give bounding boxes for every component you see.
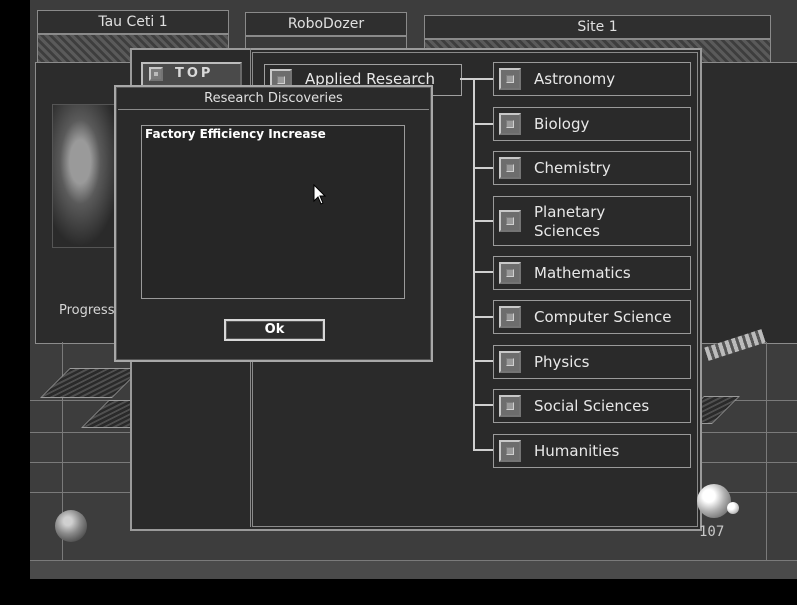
tree-connector	[473, 78, 493, 80]
topic-label: Biology	[534, 115, 590, 133]
site-tab[interactable]: Site 1	[424, 15, 771, 39]
small-orb-icon	[727, 502, 739, 514]
resource-counter: 107	[699, 524, 725, 540]
tree-connector	[473, 404, 493, 406]
status-strip	[30, 560, 797, 579]
tree-connector	[473, 449, 493, 451]
tree-connector	[473, 78, 475, 450]
unit-tab-label: RoboDozer	[287, 16, 365, 32]
discoveries-list[interactable]: Factory Efficiency Increase	[141, 125, 405, 299]
topic-mathematics[interactable]: Mathematics	[493, 256, 691, 290]
orb-icon[interactable]	[697, 484, 731, 518]
topic-label: Humanities	[534, 442, 620, 460]
location-tab-label: Tau Ceti 1	[98, 14, 168, 30]
topic-label: Astronomy	[534, 70, 616, 88]
tree-connector	[473, 123, 493, 125]
unit-tab[interactable]: RoboDozer	[245, 12, 407, 36]
tree-connector	[460, 78, 474, 80]
progress-label: Progress	[59, 303, 115, 318]
topic-biology[interactable]: Biology	[493, 107, 691, 141]
topic-social-sciences[interactable]: Social Sciences	[493, 389, 691, 423]
research-discoveries-dialog: Research Discoveries Factory Efficiency …	[114, 85, 433, 362]
square-button-icon[interactable]	[499, 351, 521, 373]
square-button-icon[interactable]	[499, 113, 521, 135]
ok-button[interactable]: Ok	[224, 319, 325, 341]
square-button-icon[interactable]	[499, 210, 521, 232]
square-button-icon[interactable]	[499, 262, 521, 284]
arrow-cursor-icon	[313, 184, 327, 205]
topic-humanities[interactable]: Humanities	[493, 434, 691, 468]
topic-label-line2: Sciences	[534, 222, 600, 240]
topic-label: Physics	[534, 353, 590, 371]
location-tab[interactable]: Tau Ceti 1	[37, 10, 229, 34]
square-button-icon[interactable]	[499, 395, 521, 417]
tree-connector	[473, 271, 493, 273]
topic-physics[interactable]: Physics	[493, 345, 691, 379]
tree-connector	[473, 316, 493, 318]
topic-planetary-sciences[interactable]: Planetary Sciences	[493, 196, 691, 246]
topic-label: Chemistry	[534, 159, 611, 177]
site-tab-label: Site 1	[577, 19, 618, 35]
building-image	[52, 104, 122, 248]
topic-label: Mathematics	[534, 264, 631, 282]
topic-chemistry[interactable]: Chemistry	[493, 151, 691, 185]
tree-connector	[473, 167, 493, 169]
square-button-icon[interactable]	[499, 68, 521, 90]
square-button-icon[interactable]	[499, 440, 521, 462]
top-button-label: TOP	[175, 66, 214, 81]
square-button-icon[interactable]	[499, 157, 521, 179]
topic-label: Computer Science	[534, 308, 672, 326]
dialog-title-divider	[118, 109, 429, 110]
grid-line	[766, 342, 767, 560]
topic-astronomy[interactable]: Astronomy	[493, 62, 691, 96]
topic-computer-science[interactable]: Computer Science	[493, 300, 691, 334]
topic-label: Social Sciences	[534, 397, 650, 415]
square-button-icon	[149, 67, 163, 81]
tree-connector	[473, 360, 493, 362]
discovery-item[interactable]: Factory Efficiency Increase	[145, 127, 326, 141]
tree-connector	[473, 220, 493, 222]
square-button-icon[interactable]	[499, 306, 521, 328]
topic-label-line1: Planetary	[534, 203, 606, 221]
globe-icon[interactable]	[55, 510, 87, 542]
dialog-title: Research Discoveries	[204, 91, 343, 106]
